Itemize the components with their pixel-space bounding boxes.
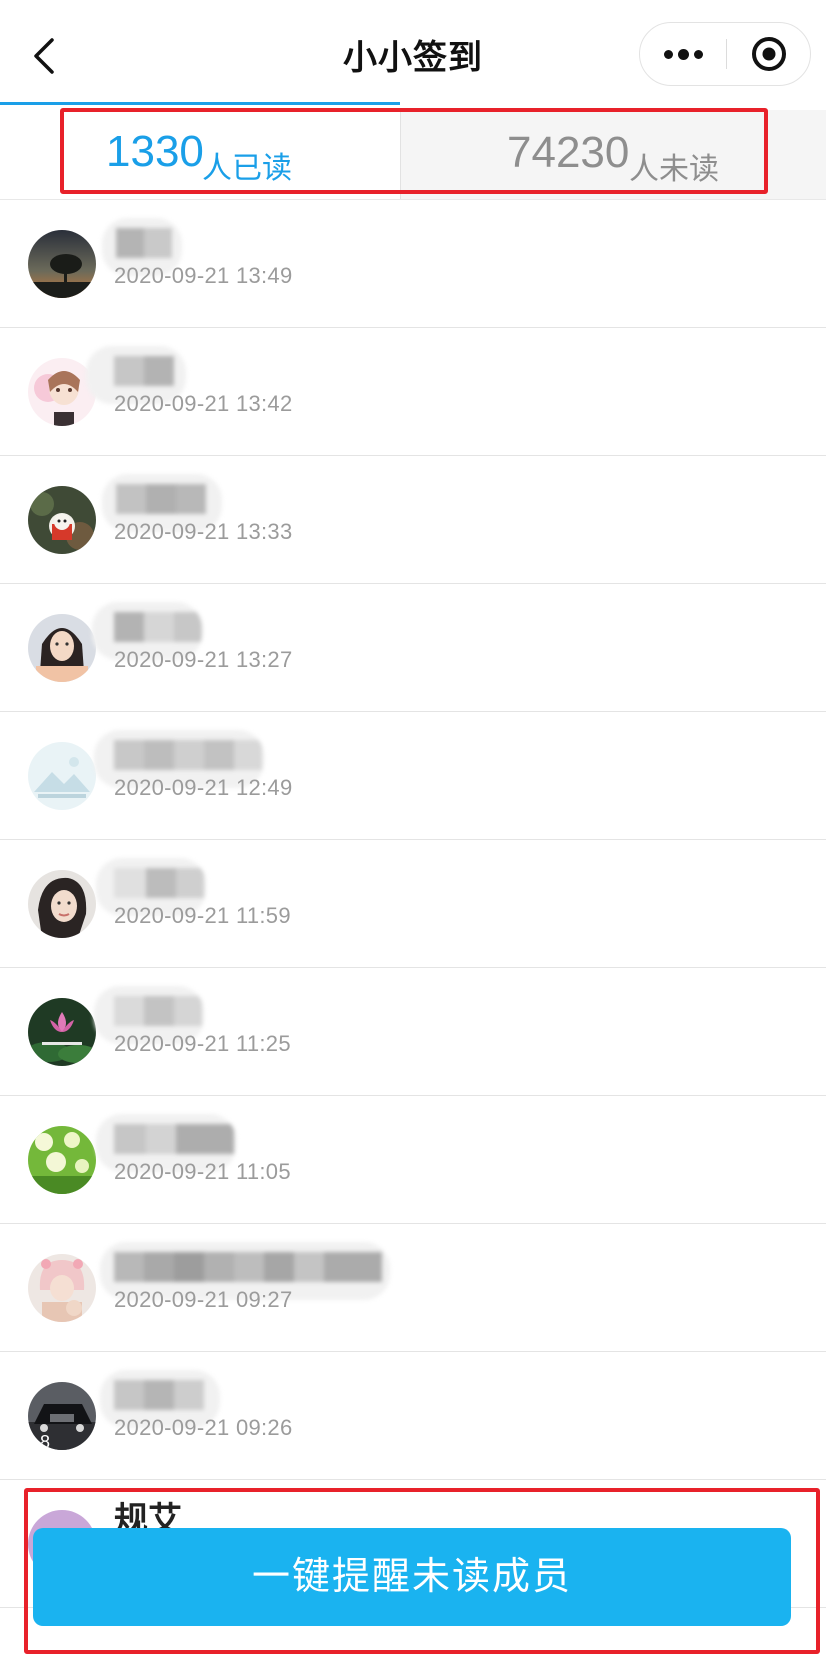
avatar: 8	[28, 1382, 96, 1450]
read-time: 2020-09-21 11:25	[114, 1031, 291, 1056]
list-item[interactable]: 2020-09-21 11:05	[0, 1096, 826, 1224]
read-time: 2020-09-21 09:26	[114, 1415, 293, 1440]
list-item[interactable]: 2020-09-21 11:25	[0, 968, 826, 1096]
list-item[interactable]: 2020-09-21 13:27	[0, 584, 826, 712]
more-dot-icon	[664, 50, 673, 59]
list-item[interactable]: 2020-09-21 13:33	[0, 456, 826, 584]
avatar	[28, 870, 96, 938]
read-member-list: 2020-09-21 13:49 2020-09-21 13:42 2020-0…	[0, 200, 826, 1608]
avatar	[28, 998, 96, 1066]
read-count: 1330	[106, 127, 204, 176]
read-status-tabs: 1330 人已读 74230 人未读	[0, 105, 826, 200]
mini-program-capsule	[639, 22, 811, 86]
read-time: 2020-09-21 13:42	[114, 391, 293, 416]
target-circle-icon	[752, 37, 786, 71]
read-time: 2020-09-21 13:49	[114, 263, 293, 288]
more-dot-icon	[678, 49, 689, 60]
list-item[interactable]: 2020-09-21 09:27	[0, 1224, 826, 1352]
svg-text:8: 8	[40, 1432, 50, 1450]
unread-count: 74230	[507, 128, 630, 177]
read-time: 2020-09-21 11:05	[114, 1159, 291, 1184]
avatar	[28, 614, 96, 682]
read-time: 2020-09-21 11:59	[114, 903, 291, 928]
tab-read[interactable]: 1330 人已读	[60, 105, 400, 199]
close-mini-program-button[interactable]	[727, 23, 811, 85]
unread-label: 人未读	[629, 153, 719, 186]
avatar	[28, 742, 96, 810]
list-item[interactable]: 2020-09-21 13:49	[0, 200, 826, 328]
remind-unread-button[interactable]: 一键提醒未读成员	[33, 1528, 791, 1626]
avatar	[28, 1126, 96, 1194]
more-dot-icon	[694, 50, 703, 59]
tab-unread[interactable]: 74230 人未读	[400, 110, 826, 199]
avatar	[28, 230, 96, 298]
read-time: 2020-09-21 12:49	[114, 775, 293, 800]
more-menu-button[interactable]	[640, 23, 726, 85]
avatar	[28, 486, 96, 554]
list-item[interactable]: 8 2020-09-21 09:26	[0, 1352, 826, 1480]
navigation-bar: 小小签到	[0, 0, 826, 105]
read-time: 2020-09-21 13:27	[114, 647, 293, 672]
avatar	[28, 1254, 96, 1322]
list-item[interactable]: 2020-09-21 13:42	[0, 328, 826, 456]
list-item[interactable]: 2020-09-21 12:49	[0, 712, 826, 840]
read-label: 人已读	[202, 152, 292, 185]
read-time: 2020-09-21 09:27	[114, 1287, 293, 1312]
list-item[interactable]: 2020-09-21 11:59	[0, 840, 826, 968]
read-time: 2020-09-21 13:33	[114, 519, 293, 544]
